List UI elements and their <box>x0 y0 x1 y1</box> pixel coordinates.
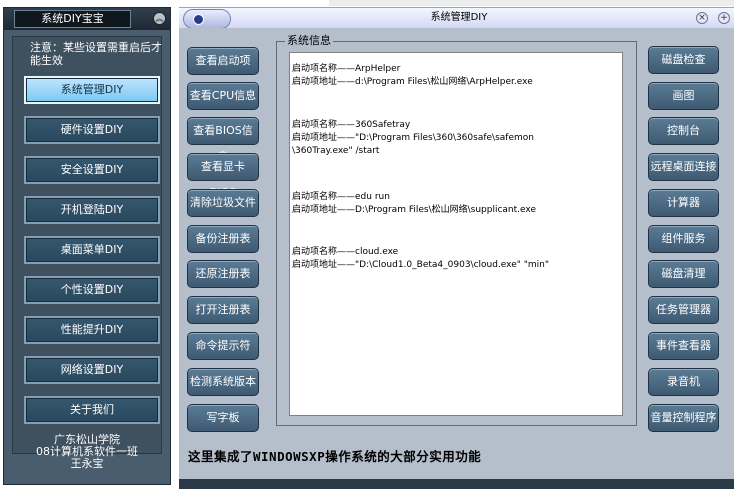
entry-name: 启动项名称——ArpHelper <box>292 64 401 74</box>
main-window: 系统管理DIY × + 查看启动项 查看CPU信息 查看BIOS信息 查看显卡B… <box>179 0 734 489</box>
sound-recorder-button[interactable]: 录音机 <box>648 368 719 396</box>
entry-path: \360Tray.exe" /start <box>292 146 380 156</box>
view-bios-button[interactable]: 查看BIOS信息 <box>187 117 259 163</box>
sidebar-item-desktop-menu[interactable]: 桌面菜单DIY <box>24 236 160 264</box>
group-label: 系统信息 <box>285 34 333 48</box>
sidebar-titlebar: 系统DIY宝宝 ︽ <box>4 8 170 30</box>
console-button[interactable]: 控制台 <box>648 117 719 145</box>
entry-name: 启动项名称——cloud.exe <box>292 247 399 257</box>
view-video-bios-button[interactable]: 查看显卡BIOS <box>187 153 259 199</box>
view-startup-button[interactable]: 查看启动项 <box>187 47 259 75</box>
entry-name: 启动项名称——360Safetray <box>292 120 411 130</box>
window-body: 查看启动项 查看CPU信息 查看BIOS信息 查看显卡BIOS 清除垃圾文件 备… <box>179 28 734 489</box>
sidebar-footer: 广东松山学院 08计算机系软件一班 王永宝 <box>14 434 160 470</box>
paint-button[interactable]: 画图 <box>648 82 719 110</box>
command-prompt-button[interactable]: 命令提示符 <box>187 332 259 360</box>
restore-registry-button[interactable]: 还原注册表 <box>187 260 259 288</box>
maximize-icon[interactable]: + <box>718 12 730 24</box>
bottom-strip <box>179 479 734 489</box>
entry-path: 启动项地址——"D:\Cloud1.0_Beta4_0903\cloud.exe… <box>292 260 550 270</box>
startup-info-textbox[interactable]: 启动项名称——ArpHelper 启动项地址——d:\Program Files… <box>289 52 623 416</box>
entry-path: 启动项地址——D:\Program Files\松山网络\supplicant.… <box>292 205 536 215</box>
entry-path: 启动项地址——d:\Program Files\松山网络\ArpHelper.e… <box>292 77 533 87</box>
sidebar: 系统DIY宝宝 ︽ 注意：某些设置需重启后才能生效 系统管理DIY 硬件设置DI… <box>3 7 171 485</box>
sidebar-title: 系统DIY宝宝 <box>14 10 131 28</box>
task-manager-button[interactable]: 任务管理器 <box>648 296 719 324</box>
clean-junk-button[interactable]: 清除垃圾文件 <box>187 189 259 217</box>
volume-control-button[interactable]: 音量控制程序 <box>648 404 719 432</box>
entry-name: 启动项名称——edu run <box>292 192 390 202</box>
remote-desktop-button[interactable]: 远程桌面连接 <box>648 153 719 181</box>
backup-registry-button[interactable]: 备份注册表 <box>187 225 259 253</box>
window-titlebar: 系统管理DIY × + <box>179 7 734 29</box>
event-viewer-button[interactable]: 事件查看器 <box>648 332 719 360</box>
chevron-up-icon[interactable]: ︽ <box>153 12 166 25</box>
component-services-button[interactable]: 组件服务 <box>648 225 719 253</box>
check-version-button[interactable]: 检测系统版本 <box>187 368 259 396</box>
sidebar-item-personal[interactable]: 个性设置DIY <box>24 276 160 304</box>
footer-author: 王永宝 <box>70 457 104 470</box>
sidebar-item-boot-login[interactable]: 开机登陆DIY <box>24 196 160 224</box>
top-strip <box>329 0 734 6</box>
sidebar-item-system[interactable]: 系统管理DIY <box>24 76 160 104</box>
system-info-group: 系统信息 启动项名称——ArpHelper 启动项地址——d:\Program … <box>276 34 637 426</box>
calculator-button[interactable]: 计算器 <box>648 189 719 217</box>
close-icon[interactable]: × <box>696 12 708 24</box>
disk-cleanup-button[interactable]: 磁盘清理 <box>648 260 719 288</box>
view-cpu-button[interactable]: 查看CPU信息 <box>187 82 259 110</box>
sidebar-item-performance[interactable]: 性能提升DIY <box>24 316 160 344</box>
app-window-icon[interactable] <box>183 9 231 29</box>
sidebar-item-security[interactable]: 安全设置DIY <box>24 156 160 184</box>
sidebar-item-about[interactable]: 关于我们 <box>24 396 160 424</box>
wordpad-button[interactable]: 写字板 <box>187 404 259 432</box>
sidebar-item-network[interactable]: 网络设置DIY <box>24 356 160 384</box>
sidebar-notice: 注意：某些设置需重启后才能生效 <box>30 41 162 67</box>
open-registry-button[interactable]: 打开注册表 <box>187 296 259 324</box>
feature-caption: 这里集成了WINDOWSXP操作系统的大部分实用功能 <box>188 449 482 464</box>
entry-path: 启动项地址——"D:\Program Files\360\360safe\saf… <box>292 133 534 143</box>
sidebar-item-hardware[interactable]: 硬件设置DIY <box>24 116 160 144</box>
disk-check-button[interactable]: 磁盘检查 <box>648 46 719 74</box>
window-title: 系统管理DIY <box>430 12 488 23</box>
